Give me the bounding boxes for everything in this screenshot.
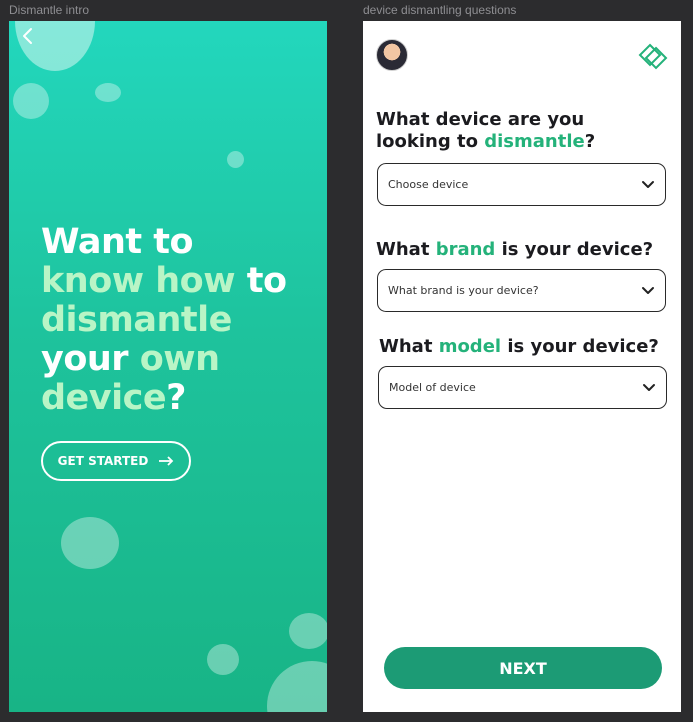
question-device-title: What device are you looking to dismantle…: [376, 109, 671, 153]
question-text-part: is your device?: [501, 336, 659, 357]
intro-headline: Want to know how to dismantle your own d…: [41, 223, 321, 418]
question-text-part: What: [376, 239, 436, 260]
arrow-right-icon: [159, 456, 174, 466]
question-accent: model: [438, 336, 502, 357]
frame-label-intro: Dismantle intro: [9, 3, 90, 17]
next-button[interactable]: NEXT: [384, 647, 662, 689]
device-select[interactable]: Choose device: [377, 163, 666, 206]
question-accent: dismantle: [484, 131, 585, 152]
frame-label-questions: device dismantling questions: [363, 3, 517, 17]
question-text-part: looking to: [376, 131, 485, 152]
diamond-logo-icon: [638, 43, 668, 70]
question-text-part: What: [379, 336, 439, 357]
headline-line-1: Want to: [41, 222, 194, 262]
next-label: NEXT: [499, 658, 547, 678]
device-select-placeholder: Choose device: [388, 178, 469, 191]
question-text-part: is your device?: [495, 239, 654, 260]
headline-text: to: [235, 261, 287, 301]
chevron-down-icon: [642, 180, 654, 188]
headline-line-4: your own: [41, 340, 321, 379]
headline-line-5: device?: [41, 379, 321, 418]
headline-highlight: own: [139, 339, 220, 379]
headline-highlight: know how: [41, 261, 236, 301]
question-model-title: What model is your device?: [379, 336, 674, 358]
decor-bubble: [289, 613, 327, 649]
decor-bubble: [13, 83, 49, 119]
model-select-placeholder: Model of device: [389, 381, 476, 394]
decor-bubble: [207, 644, 239, 675]
intro-screen: Want to know how to dismantle your own d…: [9, 21, 327, 712]
chevron-left-icon: [23, 28, 32, 44]
get-started-label: GET STARTED: [57, 454, 149, 468]
questions-screen: What device are you looking to dismantle…: [363, 21, 681, 712]
chevron-down-icon: [642, 286, 654, 294]
decor-bubble: [227, 151, 244, 168]
avatar[interactable]: [376, 39, 408, 71]
question-text-part: ?: [584, 131, 596, 152]
question-brand-title: What brand is your device?: [376, 239, 671, 261]
model-select[interactable]: Model of device: [378, 366, 667, 409]
decor-bubble: [61, 517, 119, 569]
question-text: What device are you: [376, 109, 585, 130]
headline-highlight: device: [41, 378, 167, 418]
headline-text: your: [41, 339, 140, 379]
chevron-down-icon: [643, 383, 655, 391]
headline-text: ?: [166, 378, 186, 418]
question-text: What model is your device?: [379, 336, 674, 358]
question-text: looking to dismantle?: [376, 131, 671, 153]
question-text: What brand is your device?: [376, 239, 671, 261]
decor-bubble: [267, 661, 327, 712]
get-started-button[interactable]: GET STARTED: [41, 441, 191, 481]
back-button[interactable]: [17, 27, 39, 49]
headline-line-2: know how to: [41, 262, 321, 301]
brand-select-placeholder: What brand is your device?: [388, 284, 539, 297]
brand-select[interactable]: What brand is your device?: [377, 269, 666, 312]
headline-line-3: dismantle: [41, 300, 232, 340]
decor-bubble: [95, 83, 121, 102]
question-accent: brand: [435, 239, 496, 260]
